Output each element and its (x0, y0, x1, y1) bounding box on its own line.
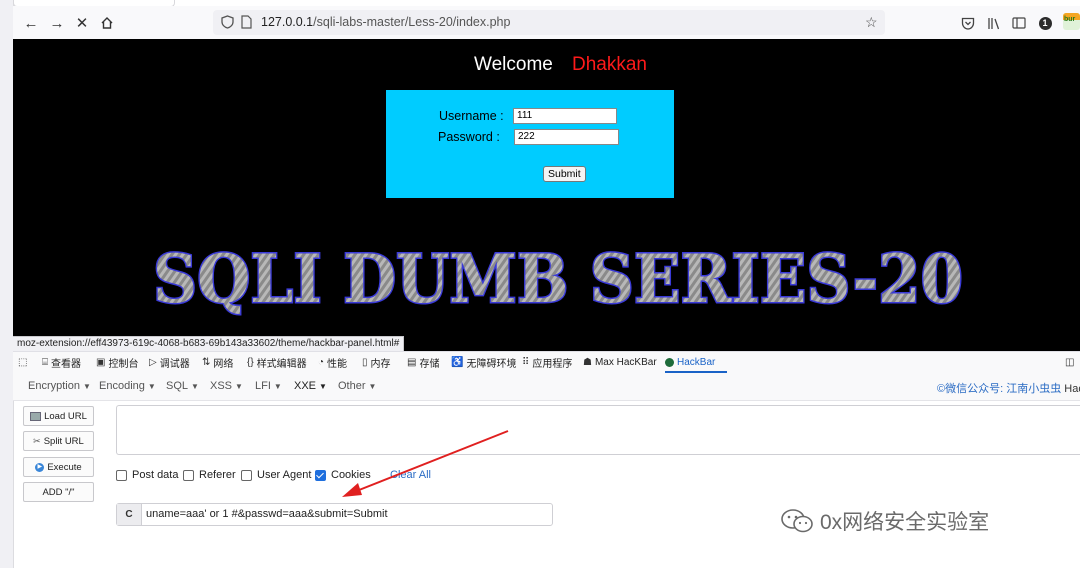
submit-button[interactable]: Submit (543, 166, 586, 182)
menu-encoding[interactable]: Encoding ▼ (99, 380, 156, 392)
memory-icon: ▯ (362, 357, 368, 368)
user-agent-checkbox[interactable] (241, 469, 252, 481)
storage-icon: ▤ (407, 357, 417, 368)
tab-style-editor[interactable]: {} 样式编辑器 (247, 355, 307, 370)
console-icon: ▣ (96, 357, 106, 368)
add-slash-button[interactable]: ADD "/" (23, 482, 94, 502)
banner-title: SQLI DUMB SERIES-20 (152, 239, 965, 319)
sidebar-icon[interactable] (1010, 14, 1028, 32)
tab-max-hackbar[interactable]: ☗ Max HacKBar (583, 355, 657, 370)
menu-other[interactable]: Other ▼ (338, 380, 376, 392)
menu-encryption[interactable]: Encryption ▼ (28, 380, 91, 392)
hackbar-credit: ©微信公众号: 江南小虫虫 HackB (937, 383, 1080, 395)
url-textarea[interactable] (116, 405, 1080, 455)
page-viewport: Welcome Dhakkan Username : Password : Su… (13, 39, 1080, 351)
cookies-checkbox[interactable] (315, 469, 326, 481)
referer-checkbox[interactable] (183, 469, 194, 481)
tab-performance[interactable]: ◔ 性能 (318, 355, 347, 370)
tab-inspector[interactable]: ⌸ 查看器 (42, 355, 81, 370)
status-url: moz-extension://eff43973-619c-4068-b683-… (13, 336, 405, 351)
user-agent-option[interactable]: User Agent (241, 469, 311, 481)
url-text: 127.0.0.1/sqli-labs-master/Less-20/index… (261, 15, 511, 29)
referer-option[interactable]: Referer (183, 469, 236, 481)
login-form: Username : Password : Submit (386, 90, 674, 198)
dock-icon[interactable]: ◫ (1065, 355, 1074, 370)
bookmark-star-icon[interactable]: ☆ (865, 14, 878, 31)
menu-lfi[interactable]: LFI ▼ (255, 380, 282, 392)
performance-icon: ◔ (318, 357, 325, 368)
inspector-icon: ⌸ (42, 357, 48, 368)
welcome-name: Dhakkan (572, 54, 647, 75)
forward-icon[interactable]: → (48, 14, 66, 32)
tab-network[interactable]: ⇅ 网络 (202, 355, 233, 370)
annotation-arrow (342, 430, 509, 497)
hackbar-icon (665, 358, 674, 367)
menu-xxe[interactable]: XXE ▼ (294, 380, 327, 392)
badge-count: 1 (1038, 16, 1052, 30)
shield-icon[interactable] (221, 15, 234, 32)
load-url-icon (30, 411, 42, 421)
back-icon[interactable]: ← (22, 14, 40, 32)
accessibility-icon: ♿ (451, 357, 464, 368)
library-icon[interactable] (985, 14, 1003, 32)
debugger-icon: ▷ (149, 357, 157, 368)
load-url-button[interactable]: Load URL (23, 406, 94, 426)
split-url-button[interactable]: ✂ Split URL (23, 431, 94, 451)
execute-button[interactable]: ▶ Execute (23, 457, 94, 477)
inspector-pick-icon[interactable]: ⬚ (18, 355, 27, 370)
post-data-option[interactable]: Post data (116, 469, 178, 481)
wechat-icon (781, 509, 813, 533)
tab-hackbar[interactable]: HackBar (665, 355, 715, 370)
welcome-text: Welcome (474, 54, 553, 75)
banner-text: SQLI DUMB SERIES-20 (153, 240, 963, 318)
network-icon: ⇅ (202, 357, 211, 368)
stop-icon[interactable]: ✕ (73, 14, 91, 32)
menu-xss[interactable]: XSS ▼ (210, 380, 243, 392)
tab-application[interactable]: ⠿ 应用程序 (522, 355, 572, 370)
window-left-strip (0, 0, 14, 568)
watermark: 0x网络安全实验室 (780, 506, 989, 536)
hackbar-menu: Encryption ▼ Encoding ▼ SQL ▼ XSS ▼ LFI ▼ XXE… (13, 373, 1080, 401)
extension-badge[interactable]: 1 (1036, 14, 1054, 32)
burp-label: bur (1064, 16, 1076, 23)
username-input[interactable] (513, 108, 617, 124)
cookie-data-row: C uname=aaa' or 1 #&passwd=aaa&submit=Su… (116, 503, 553, 526)
password-label: Password : (438, 130, 500, 144)
address-bar[interactable]: 127.0.0.1/sqli-labs-master/Less-20/index… (213, 10, 885, 35)
burp-extension-icon[interactable]: bur (1063, 13, 1080, 30)
browser-navbar: ← → ✕ 127.0.0.1/sqli-labs-master/Less-20… (13, 6, 1080, 40)
tab-memory[interactable]: ▯ 内存 (362, 355, 391, 370)
devtools-toolbar: ⬚ ⌸ 查看器 ▣ 控制台 ▷ 调试器 ⇅ 网络 {} 样式编辑器 ◔ 性能 ▯ 内存 ▤ 存储… (13, 351, 1080, 374)
cookie-data-input[interactable]: uname=aaa' or 1 #&passwd=aaa&submit=Subm… (146, 508, 388, 520)
menu-sql[interactable]: SQL ▼ (166, 380, 199, 392)
page-icon[interactable] (241, 15, 252, 32)
username-label: Username : (439, 109, 504, 123)
tab-accessibility[interactable]: ♿ 无障碍环境 (451, 355, 516, 370)
post-data-checkbox[interactable] (116, 469, 127, 481)
style-editor-icon: {} (247, 357, 254, 368)
execute-icon: ▶ (35, 462, 45, 472)
max-hackbar-icon: ☗ (583, 357, 592, 368)
split-url-icon: ✂ (33, 435, 41, 446)
tab-debugger[interactable]: ▷ 调试器 (149, 355, 190, 370)
home-icon[interactable] (98, 14, 116, 32)
pocket-icon[interactable] (959, 14, 977, 32)
tab-console[interactable]: ▣ 控制台 (96, 355, 138, 370)
application-icon: ⠿ (522, 357, 530, 368)
tab-storage[interactable]: ▤ 存储 (407, 355, 439, 370)
cookie-prefix: C (117, 504, 142, 525)
password-input[interactable] (514, 129, 619, 145)
